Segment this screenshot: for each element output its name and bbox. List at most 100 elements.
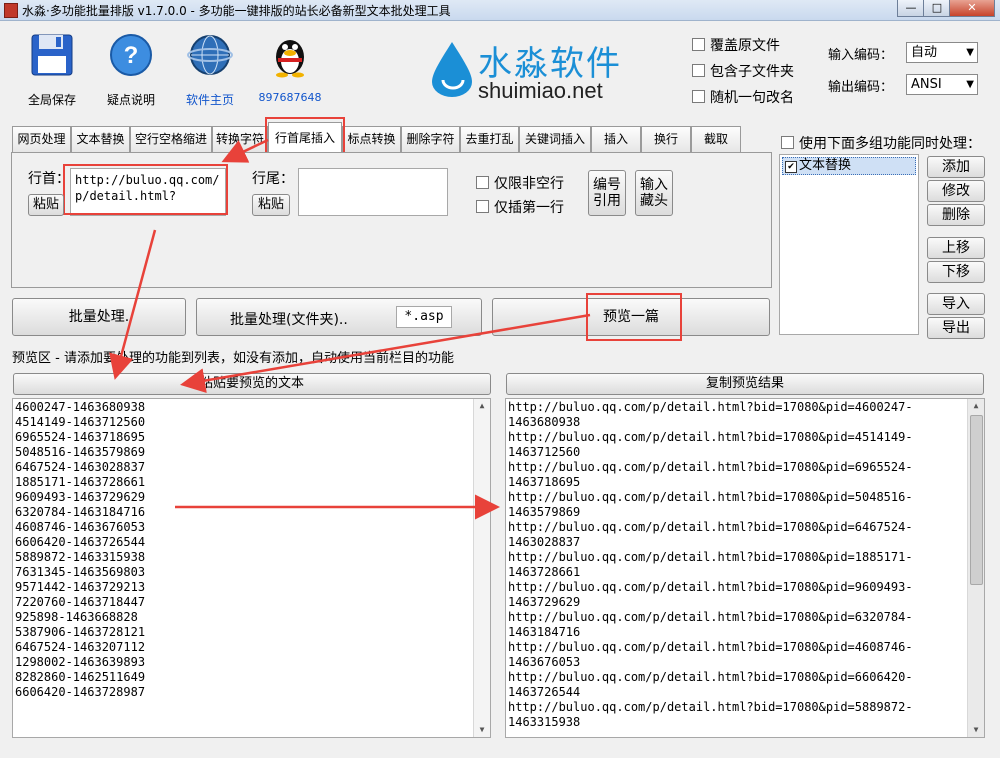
close-button[interactable]: ✕: [949, 0, 995, 17]
select-value: ANSI: [911, 77, 942, 92]
tab-convert-chars[interactable]: 转换字符: [212, 126, 268, 152]
logo-domain: shuimiao.net: [478, 78, 603, 103]
tab-extract[interactable]: 截取: [691, 126, 741, 152]
help-button[interactable]: ? 疑点说明: [100, 32, 162, 108]
checkbox-box: [692, 90, 705, 103]
checkbox-label: 覆盖原文件: [710, 38, 780, 54]
tab-delete-chars[interactable]: 删除字符: [401, 126, 460, 152]
output-line: http://buluo.qq.com/p/detail.html?bid=17…: [508, 550, 913, 564]
help-icon: ?: [110, 34, 152, 76]
checkbox-label: 仅插第一行: [494, 200, 564, 216]
preview-output-textarea[interactable]: http://buluo.qq.com/p/detail.html?bid=17…: [505, 398, 985, 738]
tab-web[interactable]: 网页处理: [12, 126, 71, 152]
scrollbar[interactable]: ▲ ▼: [473, 399, 490, 737]
input-encoding-label: 输入编码：: [828, 48, 894, 63]
input-line: 4608746-1463676053: [15, 520, 146, 534]
tab-blank-indent[interactable]: 空行空格缩进: [130, 126, 212, 152]
input-encoding-select[interactable]: 自动 ▼: [906, 42, 978, 63]
output-line: http://buluo.qq.com/p/detail.html?bid=17…: [508, 700, 913, 714]
only-nonempty-checkbox[interactable]: 仅限非空行: [476, 173, 564, 193]
input-line: 6467524-1463028837: [15, 460, 146, 474]
output-line: 1463028837: [508, 535, 581, 549]
output-encoding-select[interactable]: ANSI ▼: [906, 74, 978, 95]
delete-button[interactable]: 删除: [927, 204, 985, 226]
checkbox-label: 包含子文件夹: [710, 64, 794, 80]
input-line: 5048516-1463579869: [15, 445, 146, 459]
maximize-button[interactable]: □: [923, 0, 951, 17]
tab-newline[interactable]: 换行: [641, 126, 691, 152]
output-line: 1463712560: [508, 445, 581, 459]
input-line: 6606420-1463728987: [15, 685, 146, 699]
output-line: http://buluo.qq.com/p/detail.html?bid=17…: [508, 400, 913, 414]
tab-insert[interactable]: 插入: [591, 126, 641, 152]
multi-function-checkbox[interactable]: 使用下面多组功能同时处理：: [781, 133, 981, 153]
preview-input-lines: 4600247-1463680938 4514149-1463712560 6965…: [15, 400, 488, 700]
input-line: 1885171-1463728661: [15, 475, 146, 489]
preview-input-textarea[interactable]: 4600247-1463680938 4514149-1463712560 6965…: [12, 398, 491, 738]
app-icon: [4, 3, 18, 18]
scroll-up-icon[interactable]: ▲: [474, 399, 490, 413]
input-line: 6965524-1463718695: [15, 430, 146, 444]
paste-preview-button[interactable]: 粘贴要预览的文本: [13, 373, 491, 395]
svg-text:?: ?: [124, 42, 139, 69]
scroll-down-icon[interactable]: ▼: [474, 723, 490, 737]
checkbox-box: [692, 38, 705, 51]
input-line: 6467524-1463207112: [15, 640, 146, 654]
tab-text-replace[interactable]: 文本替换: [71, 126, 130, 152]
function-list[interactable]: ✔ 文本替换: [779, 154, 919, 335]
input-line: 6320784-1463184716: [15, 505, 146, 519]
chevron-down-icon: ▼: [966, 79, 974, 90]
checkbox-box: [692, 64, 705, 77]
list-item[interactable]: ✔ 文本替换: [782, 157, 916, 175]
scrollbar[interactable]: ▲ ▼: [967, 399, 984, 737]
hide-head-button[interactable]: 输入 藏头: [635, 170, 673, 216]
subfolders-checkbox[interactable]: 包含子文件夹: [692, 61, 794, 81]
select-value: 自动: [911, 45, 938, 60]
scroll-down-icon[interactable]: ▼: [968, 723, 984, 737]
qq-button[interactable]: 897687648: [258, 32, 322, 104]
paste-tail-button[interactable]: 粘贴: [252, 194, 290, 216]
output-line: http://buluo.qq.com/p/detail.html?bid=17…: [508, 460, 913, 474]
batch-process-button[interactable]: 批量处理.: [12, 298, 186, 336]
batch-folder-label: 批量处理(文件夹)..: [230, 312, 348, 328]
homepage-button[interactable]: 软件主页: [178, 32, 242, 108]
output-line: 1463726544: [508, 685, 581, 699]
preview-hint: 预览区 - 请添加要处理的功能到列表，如没有添加，自动使用当前栏目的功能: [12, 351, 454, 366]
input-line: 9571442-1463729213: [15, 580, 146, 594]
tab-dedupe-shuffle[interactable]: 去重打乱: [460, 126, 519, 152]
input-line: 5889872-1463315938: [15, 550, 146, 564]
export-button[interactable]: 导出: [927, 317, 985, 339]
minimize-button[interactable]: —: [897, 0, 925, 17]
input-line: 8282860-1462511649: [15, 670, 146, 684]
tab-punct-convert[interactable]: 标点转换: [342, 126, 401, 152]
output-line: 1463676053: [508, 655, 581, 669]
input-line: 4600247-1463680938: [15, 400, 146, 414]
output-line: 1463315938: [508, 715, 581, 729]
scroll-up-icon[interactable]: ▲: [968, 399, 984, 413]
output-line: http://buluo.qq.com/p/detail.html?bid=17…: [508, 640, 913, 654]
list-item-label: 文本替换: [799, 158, 852, 173]
water-drop-logo-icon: [432, 42, 472, 97]
copy-result-button[interactable]: 复制预览结果: [506, 373, 984, 395]
save-all-button[interactable]: 全局保存: [22, 32, 82, 108]
overwrite-checkbox[interactable]: 覆盖原文件: [692, 35, 780, 55]
output-line: 1463718695: [508, 475, 581, 489]
annotation-box: [586, 293, 682, 341]
input-line: 7220760-1463718447: [15, 595, 146, 609]
input-line: 9609493-1463729629: [15, 490, 146, 504]
tail-input[interactable]: [298, 168, 448, 216]
paste-head-button[interactable]: 粘贴: [28, 194, 64, 216]
move-up-button[interactable]: 上移: [927, 237, 985, 259]
random-rename-checkbox[interactable]: 随机一句改名: [692, 87, 794, 107]
window-title: 水淼·多功能批量排版 v1.7.0.0 - 多功能一键排版的站长必备新型文本批处…: [22, 4, 451, 18]
scroll-thumb[interactable]: [970, 415, 983, 585]
extension-input[interactable]: *.asp: [396, 306, 452, 328]
tab-keyword-insert[interactable]: 关键词插入: [519, 126, 591, 152]
move-down-button[interactable]: 下移: [927, 261, 985, 283]
only-first-checkbox[interactable]: 仅插第一行: [476, 197, 564, 217]
input-line: 1298002-1463639893: [15, 655, 146, 669]
edit-button[interactable]: 修改: [927, 180, 985, 202]
number-ref-button[interactable]: 编号 引用: [588, 170, 626, 216]
import-button[interactable]: 导入: [927, 293, 985, 315]
add-button[interactable]: 添加: [927, 156, 985, 178]
